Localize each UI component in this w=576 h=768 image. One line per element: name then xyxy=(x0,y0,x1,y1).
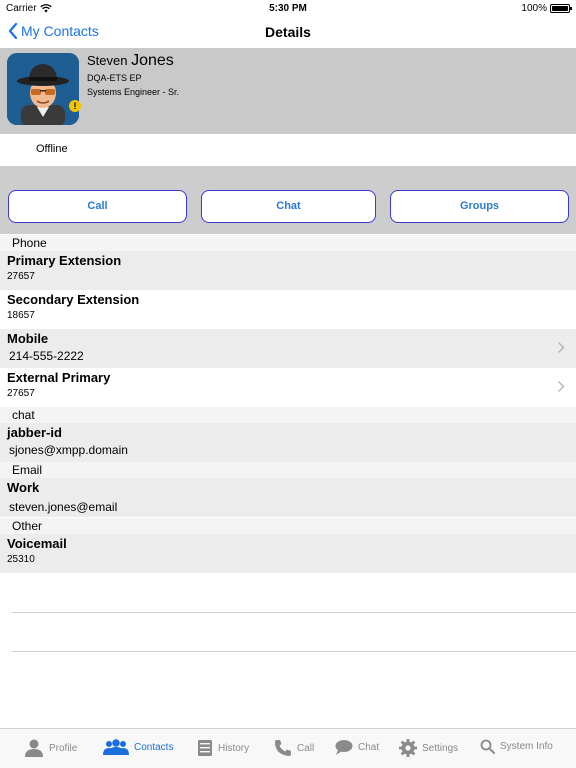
groups-button[interactable]: Groups xyxy=(390,190,569,223)
row-label: Mobile xyxy=(7,331,49,346)
row-value: steven.jones@email xyxy=(9,500,118,514)
presence-status: Offline xyxy=(36,143,68,155)
tab-system-info[interactable]: System Info xyxy=(480,739,553,754)
section-header-email: Email xyxy=(0,462,576,478)
last-name: Jones xyxy=(131,52,174,69)
tab-label: Profile xyxy=(49,742,78,754)
action-bar: Call Chat Groups xyxy=(0,166,576,234)
tab-profile[interactable]: Profile xyxy=(24,739,77,757)
section-title: Phone xyxy=(12,236,47,250)
row-value: 27657 xyxy=(7,271,35,282)
row-value: 214-555-2222 xyxy=(9,349,84,363)
detail-row-primary-extension[interactable]: Primary Extension 27657 xyxy=(0,251,576,290)
section-title: Other xyxy=(12,519,43,533)
row-label: Primary Extension xyxy=(7,253,122,268)
tab-contacts[interactable]: Contacts xyxy=(103,739,173,755)
row-value: sjones@xmpp.domain xyxy=(9,443,128,457)
tab-label: Settings xyxy=(422,742,459,754)
tab-bar: Profile Contacts History Call Chat Setti… xyxy=(0,728,576,768)
chevron-right-icon xyxy=(558,342,565,353)
empty-row-separator xyxy=(12,651,576,652)
warning-badge: ! xyxy=(69,100,81,112)
battery-percent: 100% xyxy=(521,3,547,14)
chevron-right-icon xyxy=(558,381,565,392)
clock: 5:30 PM xyxy=(269,3,307,14)
tab-label: Chat xyxy=(358,741,380,753)
empty-row-separator xyxy=(12,612,576,613)
history-icon xyxy=(198,740,212,756)
row-value: 18657 xyxy=(7,310,35,321)
detail-row-work-email[interactable]: Work steven.jones@email xyxy=(0,478,576,517)
navigation-bar: My Contacts Details xyxy=(0,17,576,48)
chat-bubble-icon xyxy=(335,740,353,755)
section-header-phone: Phone xyxy=(0,235,576,251)
detail-row-voicemail[interactable]: Voicemail 25310 xyxy=(0,534,576,573)
avatar-image xyxy=(7,53,79,125)
detail-row-external-primary[interactable]: External Primary 27657 xyxy=(0,368,576,407)
detail-row-jabber-id[interactable]: jabber-id sjones@xmpp.domain xyxy=(0,423,576,462)
detail-row-mobile[interactable]: Mobile 214-555-2222 xyxy=(0,329,576,368)
section-header-chat: chat xyxy=(0,407,576,423)
organization: DQA-ETS EP xyxy=(87,73,142,83)
first-name: Steven xyxy=(87,53,128,68)
contacts-icon xyxy=(103,739,129,755)
section-title: Email xyxy=(12,463,43,477)
section-title: chat xyxy=(12,408,35,422)
row-label: Secondary Extension xyxy=(7,292,140,307)
page-title: Details xyxy=(265,24,311,40)
tab-call[interactable]: Call xyxy=(274,739,314,757)
contact-name: Steven Jones xyxy=(87,52,174,70)
person-icon xyxy=(25,739,43,757)
row-label: External Primary xyxy=(7,370,111,385)
tab-label: System Info xyxy=(500,741,553,752)
row-label: Work xyxy=(7,480,40,495)
row-label: Voicemail xyxy=(7,536,67,551)
chat-button[interactable]: Chat xyxy=(201,190,376,223)
detail-row-secondary-extension[interactable]: Secondary Extension 18657 xyxy=(0,290,576,329)
tab-history[interactable]: History xyxy=(197,739,249,757)
tab-label: Call xyxy=(297,742,315,754)
tab-settings[interactable]: Settings xyxy=(399,739,458,757)
job-title: Systems Engineer - Sr. xyxy=(87,87,180,97)
section-header-other: Other xyxy=(0,518,576,534)
status-bar: Carrier 5:30 PM 100% xyxy=(0,0,576,17)
tab-label: Contacts xyxy=(134,741,174,753)
battery-icon xyxy=(550,4,572,13)
search-icon xyxy=(480,739,495,754)
row-value: 27657 xyxy=(7,388,35,399)
presence-status-row: Offline xyxy=(0,134,576,166)
tab-label: History xyxy=(218,742,250,754)
row-label: jabber-id xyxy=(7,425,62,440)
phone-icon xyxy=(275,740,291,756)
call-button[interactable]: Call xyxy=(8,190,187,223)
avatar xyxy=(7,53,79,125)
tab-chat[interactable]: Chat xyxy=(335,739,379,755)
battery-info: 100% xyxy=(521,3,572,14)
row-value: 25310 xyxy=(7,554,35,565)
gear-icon xyxy=(399,739,417,757)
